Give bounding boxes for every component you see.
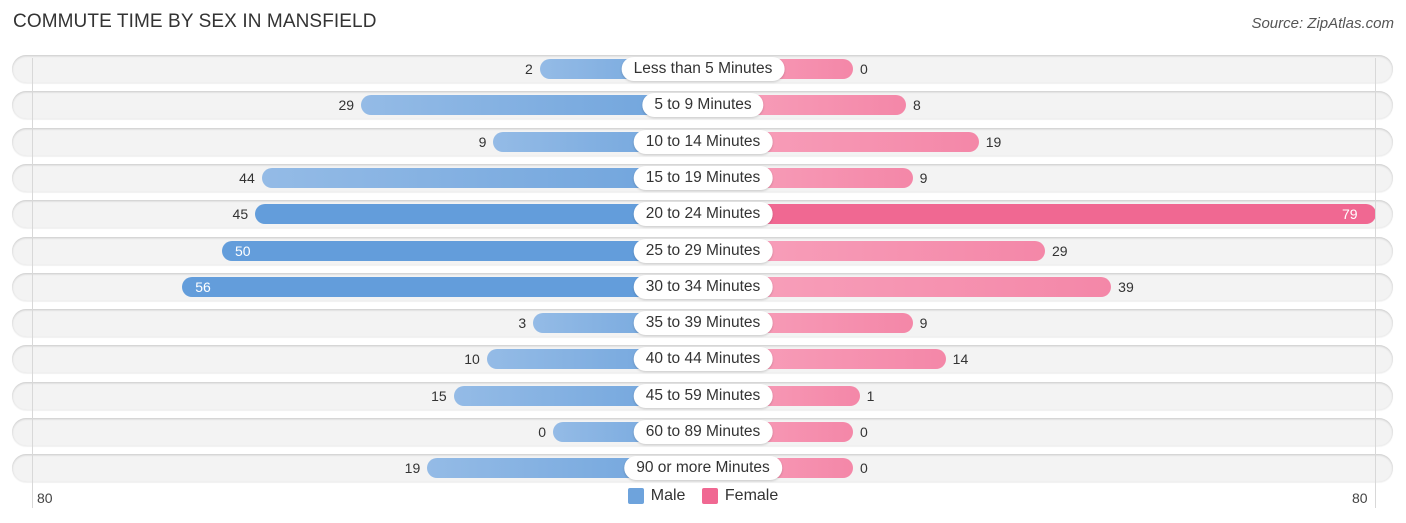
value-label-female: 79 bbox=[1341, 206, 1358, 223]
category-label: 30 to 34 Minutes bbox=[633, 274, 773, 299]
value-label-male: 15 bbox=[431, 387, 447, 404]
value-label-male: 19 bbox=[404, 460, 421, 477]
category-label: 40 to 44 Minutes bbox=[633, 347, 773, 372]
category-label: 15 to 19 Minutes bbox=[633, 165, 773, 190]
value-label-male: 56 bbox=[195, 278, 211, 295]
legend-label-female: Female bbox=[724, 487, 779, 504]
bar-female[interactable] bbox=[703, 204, 1376, 225]
value-label-male: 45 bbox=[232, 206, 249, 223]
legend-swatch-male bbox=[627, 488, 644, 504]
axis-line-left bbox=[32, 58, 33, 508]
legend: Male Female bbox=[0, 487, 1406, 509]
bar-male[interactable] bbox=[182, 276, 703, 297]
value-label-female: 0 bbox=[860, 460, 868, 477]
category-label: 60 to 89 Minutes bbox=[633, 420, 773, 444]
value-label-female: 14 bbox=[952, 351, 969, 368]
value-label-male: 0 bbox=[538, 424, 546, 440]
category-label: 35 to 39 Minutes bbox=[633, 311, 773, 336]
value-label-male: 9 bbox=[478, 133, 487, 150]
value-label-male: 44 bbox=[239, 169, 255, 186]
value-label-female: 0 bbox=[860, 61, 868, 77]
value-label-female: 8 bbox=[912, 97, 921, 114]
value-label-male: 3 bbox=[518, 315, 527, 332]
value-label-female: 19 bbox=[985, 133, 1002, 150]
chart-area: 2 0 Less than 5 Minutes 29 8 5 to 9 Minutes 9 1… bbox=[0, 0, 1406, 523]
value-label-male: 50 bbox=[235, 242, 251, 259]
value-label-female: 1 bbox=[866, 387, 875, 404]
bar-male[interactable] bbox=[222, 240, 703, 261]
category-label: 10 to 14 Minutes bbox=[633, 129, 773, 154]
axis-line-right bbox=[1375, 58, 1376, 508]
category-label: 90 or more Minutes bbox=[624, 456, 782, 481]
legend-label-male: Male bbox=[650, 487, 686, 504]
value-label-female: 9 bbox=[919, 315, 928, 332]
category-label: 20 to 24 Minutes bbox=[633, 202, 773, 227]
category-label: 45 to 59 Minutes bbox=[633, 383, 773, 408]
category-label: 5 to 9 Minutes bbox=[642, 93, 764, 118]
value-label-male: 29 bbox=[338, 97, 355, 114]
value-label-male: 2 bbox=[524, 61, 533, 77]
legend-item-female[interactable]: Female bbox=[701, 487, 779, 505]
value-label-female: 9 bbox=[919, 169, 928, 186]
category-label: Less than 5 Minutes bbox=[621, 57, 785, 81]
value-label-female: 29 bbox=[1051, 242, 1068, 259]
value-label-female: 0 bbox=[860, 424, 868, 440]
value-label-female: 39 bbox=[1118, 278, 1134, 295]
category-label: 25 to 29 Minutes bbox=[633, 238, 773, 263]
legend-swatch-female bbox=[701, 488, 718, 504]
value-label-male: 10 bbox=[464, 351, 480, 368]
legend-item-male[interactable]: Male bbox=[627, 487, 686, 505]
